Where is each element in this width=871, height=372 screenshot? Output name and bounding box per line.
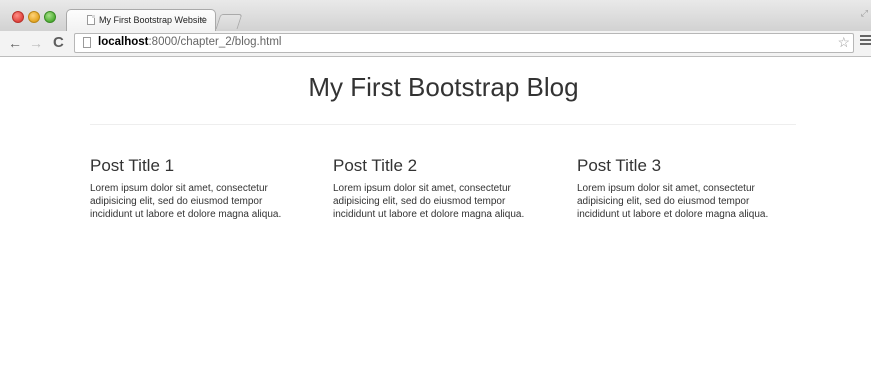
post-column: Post Title 3 Lorem ipsum dolor sit amet,… [577, 156, 792, 221]
close-icon[interactable]: × [199, 13, 205, 27]
fullscreen-icon[interactable]: ⤢ [861, 8, 868, 19]
window-minimize-button[interactable] [28, 11, 40, 23]
page-title: My First Bootstrap Blog [308, 72, 579, 102]
post-body: Lorem ipsum dolor sit amet, consectetur … [333, 183, 525, 220]
post-title: Post Title 3 [577, 156, 662, 175]
header-divider [90, 124, 796, 125]
window-maximize-button[interactable] [44, 11, 56, 23]
tab-strip: My First Bootstrap Website × ⤢ [0, 0, 871, 31]
page-icon [83, 37, 91, 48]
forward-arrow-icon[interactable]: → [29, 34, 43, 52]
toolbar: ← → C localhost:8000/chapter_2/blog.html… [0, 31, 871, 57]
new-tab-button[interactable] [215, 14, 243, 29]
browser-tab[interactable]: My First Bootstrap Website × [66, 9, 216, 31]
post-body: Lorem ipsum dolor sit amet, consectetur … [577, 183, 769, 220]
reload-icon[interactable]: C [53, 34, 64, 52]
menu-icon[interactable] [860, 35, 871, 47]
post-body: Lorem ipsum dolor sit amet, consectetur … [90, 183, 282, 220]
tab-title: My First Bootstrap Website [99, 15, 207, 25]
star-icon[interactable]: ☆ [837, 34, 850, 51]
post-column: Post Title 1 Lorem ipsum dolor sit amet,… [90, 156, 305, 221]
post-title: Post Title 1 [90, 156, 175, 175]
post-column: Post Title 2 Lorem ipsum dolor sit amet,… [333, 156, 548, 221]
url-path: :8000/chapter_2/blog.html [148, 36, 282, 48]
url-host: localhost [98, 36, 149, 48]
post-title: Post Title 2 [333, 156, 418, 175]
page-icon [87, 15, 95, 25]
window-close-button[interactable] [12, 11, 24, 23]
browser-window: My First Bootstrap Website × ⤢ ← → C loc… [0, 0, 871, 372]
url-text[interactable]: localhost:8000/chapter_2/blog.html [98, 36, 281, 48]
address-bar[interactable]: localhost:8000/chapter_2/blog.html ☆ [74, 33, 854, 53]
page-viewport: My First Bootstrap Blog Post Title 1 Lor… [0, 57, 871, 372]
back-arrow-icon[interactable]: ← [8, 34, 22, 52]
